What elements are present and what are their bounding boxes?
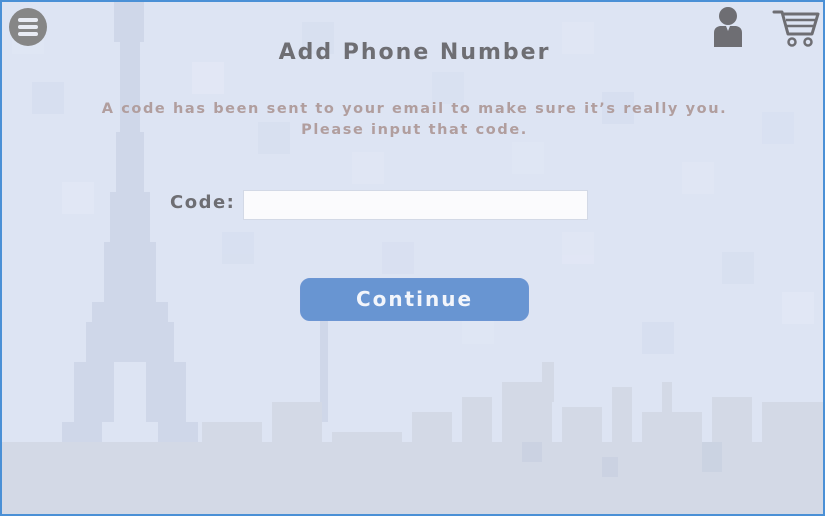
instruction-line-2: Please input that code. [301, 122, 528, 138]
code-label: Code: [170, 192, 236, 213]
continue-button[interactable]: Continue [300, 278, 529, 321]
app-window: Add Phone Number A code has been sent to… [0, 0, 825, 516]
page-title: Add Phone Number [278, 40, 551, 65]
paris-skyline-background [2, 2, 823, 514]
hamburger-menu-icon-bar [18, 25, 38, 29]
code-input[interactable] [243, 190, 588, 220]
instruction-line-1: A code has been sent to your email to ma… [101, 101, 728, 117]
hamburger-menu-icon-bar [18, 32, 38, 36]
instruction-message: A code has been sent to your email to ma… [2, 99, 823, 141]
hamburger-menu-icon [18, 18, 38, 22]
